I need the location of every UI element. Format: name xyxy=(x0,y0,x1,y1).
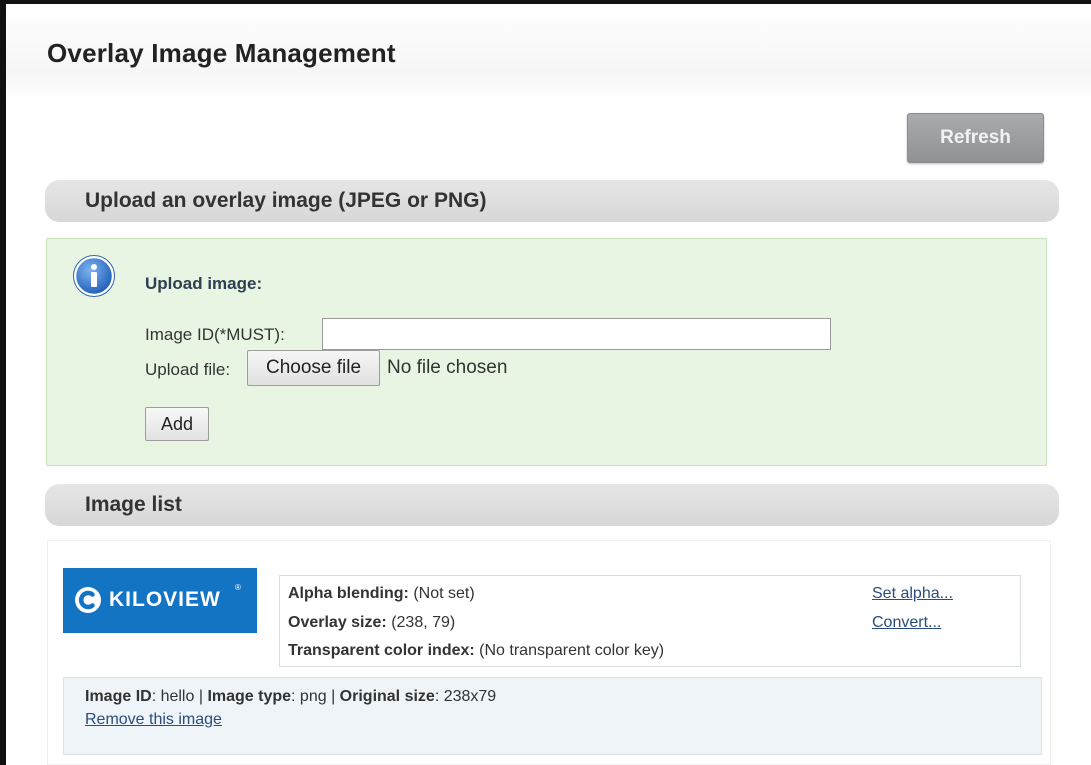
alpha-blending-value: (Not set) xyxy=(413,585,475,602)
alpha-blending-label: Alpha blending: xyxy=(288,585,409,602)
image-list-header: Image list xyxy=(45,484,1059,526)
logo-text: KILOVIEW xyxy=(109,588,221,611)
set-alpha-link[interactable]: Set alpha... xyxy=(872,585,953,603)
choose-file-button[interactable]: Choose file xyxy=(247,350,380,386)
convert-link[interactable]: Convert... xyxy=(872,614,941,632)
image-id-info-label: Image ID xyxy=(85,688,152,705)
upload-panel: Upload image: Image ID(*MUST): Upload fi… xyxy=(46,238,1047,466)
image-type-value: : png | xyxy=(291,688,340,705)
upload-heading: Upload image: xyxy=(145,274,263,293)
original-size-label: Original size xyxy=(339,688,435,705)
overlay-image-thumbnail: KILOVIEW ® xyxy=(63,568,257,633)
transparent-color-row: Transparent color index: (No transparent… xyxy=(288,642,664,660)
transparent-color-label: Transparent color index: xyxy=(288,642,475,659)
info-icon xyxy=(73,255,115,297)
overlay-size-row: Overlay size: (238, 79) xyxy=(288,614,455,632)
transparent-color-value: (No transparent color key) xyxy=(479,642,665,659)
overlay-size-value: (238, 79) xyxy=(391,614,456,631)
image-info-line: Image ID: hello | Image type: png | Orig… xyxy=(85,688,496,706)
image-info-bar: Image ID: hello | Image type: png | Orig… xyxy=(63,677,1042,755)
image-id-label: Image ID(*MUST): xyxy=(145,325,285,344)
upload-file-label: Upload file: xyxy=(145,360,231,379)
alpha-blending-row: Alpha blending: (Not set) xyxy=(288,585,475,603)
original-size-value: : 238x79 xyxy=(434,688,497,705)
page-title: Overlay Image Management xyxy=(47,38,396,68)
add-button[interactable]: Add xyxy=(145,407,209,441)
image-type-label: Image type xyxy=(207,688,292,705)
upload-section-header: Upload an overlay image (JPEG or PNG) xyxy=(45,180,1059,222)
kiloview-logo-icon xyxy=(75,587,101,613)
image-id-info-value: : hello | xyxy=(151,688,208,705)
overlay-size-label: Overlay size: xyxy=(288,614,387,631)
no-file-chosen-text: No file chosen xyxy=(387,357,508,378)
remove-image-link[interactable]: Remove this image xyxy=(85,711,222,729)
refresh-button[interactable]: Refresh xyxy=(907,113,1044,163)
image-id-input[interactable] xyxy=(322,318,831,350)
image-properties: Alpha blending: (Not set) Overlay size: … xyxy=(279,575,1021,667)
logo-registered-mark: ® xyxy=(235,583,241,592)
